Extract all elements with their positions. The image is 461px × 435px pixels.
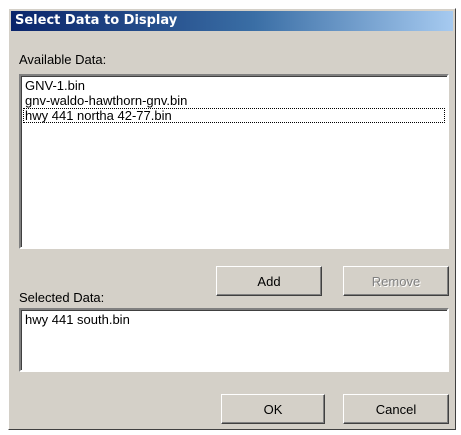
cancel-button[interactable]: Cancel xyxy=(343,394,449,424)
title-bar[interactable]: Select Data to Display xyxy=(11,11,453,31)
available-data-list[interactable]: GNV-1.bin gnv-waldo-hawthorn-gnv.bin hwy… xyxy=(19,74,449,249)
remove-button[interactable]: Remove xyxy=(343,266,449,296)
selected-item-hwy-441-south[interactable]: hwy 441 south.bin xyxy=(23,312,445,327)
add-button[interactable]: Add xyxy=(216,266,322,296)
selected-data-label: Selected Data: xyxy=(19,290,105,305)
available-data-label: Available Data: xyxy=(19,52,107,67)
select-data-dialog: Select Data to Display Available Data: G… xyxy=(8,8,456,430)
available-item-gnv-waldo-hawthorn[interactable]: gnv-waldo-hawthorn-gnv.bin xyxy=(23,93,445,108)
selected-data-list[interactable]: hwy 441 south.bin xyxy=(19,308,449,372)
dialog-title: Select Data to Display xyxy=(15,13,178,28)
ok-button[interactable]: OK xyxy=(221,394,325,424)
available-item-gnv-1[interactable]: GNV-1.bin xyxy=(23,78,445,93)
available-item-hwy-441-northa[interactable]: hwy 441 northa 42-77.bin xyxy=(23,108,445,123)
